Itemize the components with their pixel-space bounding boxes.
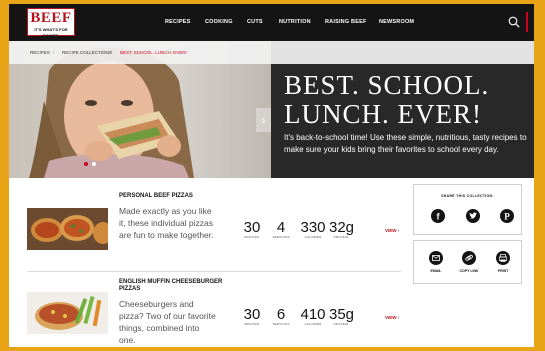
carousel-next-arrow[interactable]: › [256, 108, 271, 132]
breadcrumb-recipes[interactable]: RECIPES [30, 41, 50, 64]
breadcrumb-separator: / [111, 50, 113, 55]
email-label[interactable]: EMAIL [421, 269, 451, 273]
recipe-row: PERSONAL BEEF PIZZAS Made exactly as you… [9, 178, 401, 268]
breadcrumb-current: BEST. SCHOOL. LUNCH. EVER! [120, 50, 187, 55]
stat-servings: 4 SERVINGS [272, 219, 290, 239]
carousel-dot-active[interactable] [84, 162, 88, 166]
stat-protein: 35g PROTEIN [329, 306, 355, 326]
logo-wordmark: BEEF [30, 10, 72, 26]
stat-servings: 6 SERVINGS [272, 306, 290, 326]
page-frame: BEEF IT'S WHAT'S FOR DINNER. RECIPES COO… [9, 4, 534, 347]
stat-calories: 330 CALORIES [300, 219, 326, 239]
recipe-description: Made exactly as you like it, these indiv… [119, 206, 214, 240]
svg-text:f: f [437, 212, 441, 222]
collection-actions-box: EMAIL COPY LINK PRINT [413, 240, 522, 284]
email-icon[interactable] [429, 251, 443, 265]
stat-minutes: 30 MINUTES [243, 219, 261, 239]
recipe-thumbnail[interactable] [27, 292, 108, 334]
breadcrumb: RECIPES / RECIPE COLLECTIONS / BEST. SCH… [9, 41, 534, 64]
nav-item-raising-beef[interactable]: RAISING BEEF [325, 4, 367, 41]
breadcrumb-recipe-collections[interactable]: RECIPE COLLECTIONS [62, 41, 112, 64]
carousel-dot[interactable] [92, 162, 96, 166]
facebook-icon[interactable]: f [431, 209, 445, 223]
nav-item-cooking[interactable]: COOKING [205, 4, 233, 41]
nav-item-newsroom[interactable]: NEWSROOM [379, 4, 414, 41]
recipe-description: Cheeseburgers and pizza? Two of our favo… [119, 299, 216, 345]
nav-item-recipes[interactable]: RECIPES [165, 4, 191, 41]
beef-logo[interactable]: BEEF IT'S WHAT'S FOR DINNER. [27, 8, 75, 38]
share-title: SHARE THIS COLLECTION: [441, 194, 494, 198]
stat-calories: 410 CALORIES [300, 306, 326, 326]
share-collection-box: SHARE THIS COLLECTION: f P [413, 184, 522, 235]
pinterest-icon[interactable]: P [500, 209, 514, 223]
recipe-title[interactable]: ENGLISH MUFFIN CHEESEBURGER PIZZAS [119, 279, 229, 293]
page-title: BEST. SCHOOL. LUNCH. EVER! [284, 70, 490, 129]
recipe-thumbnail[interactable] [27, 208, 108, 250]
stat-protein: 32g PROTEIN [329, 219, 355, 239]
twitter-icon[interactable] [466, 209, 480, 223]
print-label[interactable]: PRINT [488, 269, 518, 273]
recipe-title[interactable]: PERSONAL BEEF PIZZAS [119, 193, 229, 200]
view-recipe-link[interactable]: VIEW › [385, 228, 399, 233]
recipe-row: ENGLISH MUFFIN CHEESEBURGER PIZZAS Chees… [9, 272, 401, 347]
breadcrumb-separator: / [53, 50, 55, 55]
nav-item-nutrition[interactable]: NUTRITION [279, 4, 311, 41]
nav-item-cuts[interactable]: CUTS [247, 4, 263, 41]
view-recipe-link[interactable]: VIEW › [385, 315, 399, 320]
logo-tagline: IT'S WHAT'S FOR DINNER. [34, 27, 68, 38]
top-nav-bar: BEEF IT'S WHAT'S FOR DINNER. RECIPES COO… [9, 4, 534, 41]
search-icon[interactable] [508, 16, 520, 28]
hero-description: It's back-to-school time! Use these simp… [284, 133, 527, 154]
stat-minutes: 30 MINUTES [243, 306, 261, 326]
svg-text:P: P [504, 212, 510, 222]
print-icon[interactable] [496, 251, 510, 265]
menu-accent-bar [526, 12, 528, 32]
copy-link-icon[interactable] [462, 251, 476, 265]
copy-link-label[interactable]: COPY LINK [454, 269, 484, 273]
